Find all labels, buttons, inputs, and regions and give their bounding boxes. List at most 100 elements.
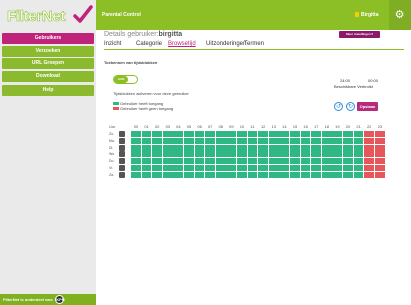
timeblock-cell-allowed[interactable]	[173, 151, 184, 158]
timeblock-cell-denied[interactable]	[374, 171, 385, 178]
timeblock-cell-allowed[interactable]	[131, 144, 141, 151]
hour-17[interactable]: 17	[311, 124, 321, 129]
hour-16[interactable]: 16	[301, 124, 311, 129]
timeblock-cell-allowed[interactable]	[311, 158, 321, 165]
timeblock-cell-allowed[interactable]	[353, 131, 364, 137]
timeblock-cell-allowed[interactable]	[268, 165, 279, 171]
timeblock-cell-allowed[interactable]	[215, 171, 226, 178]
timeblock-cell-allowed[interactable]	[268, 151, 279, 158]
timeblock-cell-allowed[interactable]	[184, 137, 194, 144]
hour-18[interactable]: 18	[322, 124, 332, 129]
timeblock-cell-allowed[interactable]	[258, 151, 268, 158]
timeblock-cell-allowed[interactable]	[194, 137, 205, 144]
timeblock-cell-denied[interactable]	[364, 171, 374, 178]
timeblock-cell-allowed[interactable]	[237, 137, 247, 144]
hour-13[interactable]: 13	[269, 124, 279, 129]
day-toggle-button[interactable]	[119, 171, 125, 178]
timeblock-cell-allowed[interactable]	[152, 151, 162, 158]
timeblock-cell-denied[interactable]	[364, 158, 374, 165]
timeblock-cell-allowed[interactable]	[258, 131, 268, 137]
timeblock-cell-allowed[interactable]	[152, 158, 162, 165]
timeblock-cell-allowed[interactable]	[247, 131, 258, 137]
timeblock-cell-allowed[interactable]	[194, 158, 205, 165]
timeblock-cell-allowed[interactable]	[173, 171, 184, 178]
timeblock-cell-allowed[interactable]	[332, 137, 343, 144]
tab-inzicht[interactable]: Inzicht	[104, 41, 121, 47]
timeblock-cell-denied[interactable]	[374, 131, 385, 137]
timeblock-cell-allowed[interactable]	[321, 131, 332, 137]
timeblock-cell-allowed[interactable]	[332, 131, 343, 137]
hour-14[interactable]: 14	[279, 124, 289, 129]
filternet-logo[interactable]: FilterNet	[5, 5, 93, 29]
timeblock-cell-allowed[interactable]	[258, 137, 268, 144]
timeblock-cell-allowed[interactable]	[162, 158, 173, 165]
sidebar-item-help[interactable]: Help	[2, 85, 94, 96]
day-toggle-button[interactable]	[119, 158, 125, 165]
timeblock-cell-allowed[interactable]	[205, 144, 215, 151]
timeblock-cell-allowed[interactable]	[300, 137, 311, 144]
timeblock-cell-allowed[interactable]	[215, 151, 226, 158]
timeblock-cell-allowed[interactable]	[258, 165, 268, 171]
timeblock-cell-allowed[interactable]	[205, 137, 215, 144]
timeblock-cell-allowed[interactable]	[184, 131, 194, 137]
timeblock-cell-allowed[interactable]	[290, 171, 300, 178]
timeblock-cell-allowed[interactable]	[311, 144, 321, 151]
timeblock-cell-allowed[interactable]	[279, 171, 290, 178]
timeblock-cell-allowed[interactable]	[141, 131, 152, 137]
timeblock-cell-allowed[interactable]	[194, 131, 205, 137]
timeblock-cell-allowed[interactable]	[131, 171, 141, 178]
timeblock-cell-allowed[interactable]	[237, 151, 247, 158]
hour-07[interactable]: 07	[205, 124, 215, 129]
timeblock-cell-allowed[interactable]	[258, 171, 268, 178]
timeblock-cell-allowed[interactable]	[215, 137, 226, 144]
timeblock-cell-allowed[interactable]	[268, 171, 279, 178]
more-settings-button[interactable]: Meer instellingen ▾	[339, 31, 380, 38]
hour-04[interactable]: 04	[173, 124, 183, 129]
timeblock-cell-allowed[interactable]	[226, 131, 237, 137]
timeblock-cell-allowed[interactable]	[279, 131, 290, 137]
timeblock-cell-allowed[interactable]	[311, 137, 321, 144]
timeblock-cell-allowed[interactable]	[300, 131, 311, 137]
timeblock-cell-allowed[interactable]	[184, 144, 194, 151]
timeblock-cell-allowed[interactable]	[162, 137, 173, 144]
timeblock-cell-allowed[interactable]	[131, 131, 141, 137]
hour-19[interactable]: 19	[332, 124, 342, 129]
timeblock-cell-allowed[interactable]	[162, 131, 173, 137]
hour-02[interactable]: 02	[152, 124, 162, 129]
timeblock-cell-allowed[interactable]	[237, 144, 247, 151]
timeblock-cell-allowed[interactable]	[205, 171, 215, 178]
day-toggle-button[interactable]	[119, 144, 125, 151]
day-toggle-button[interactable]	[119, 151, 125, 158]
settings-button[interactable]: ⚙	[389, 0, 411, 30]
undo-icon[interactable]: ↺	[334, 102, 343, 111]
timeblock-cell-allowed[interactable]	[162, 171, 173, 178]
timeblock-cell-allowed[interactable]	[321, 144, 332, 151]
timeblock-cell-allowed[interactable]	[332, 171, 343, 178]
timeblock-cell-allowed[interactable]	[194, 151, 205, 158]
day-toggle-button[interactable]	[119, 131, 125, 137]
timeblock-cell-allowed[interactable]	[290, 137, 300, 144]
timeblock-cell-allowed[interactable]	[152, 144, 162, 151]
timeblock-cell-allowed[interactable]	[162, 151, 173, 158]
timeblock-cell-denied[interactable]	[374, 144, 385, 151]
timeblock-cell-allowed[interactable]	[332, 151, 343, 158]
timeblock-cell-allowed[interactable]	[194, 165, 205, 171]
timeblock-cell-allowed[interactable]	[279, 151, 290, 158]
tab-browsetijd[interactable]: Browsetijd	[168, 41, 196, 47]
timeblock-cell-allowed[interactable]	[279, 137, 290, 144]
timeblock-cell-allowed[interactable]	[279, 144, 290, 151]
redo-icon[interactable]: ↻	[346, 102, 355, 111]
hour-21[interactable]: 21	[354, 124, 364, 129]
hour-23[interactable]: 23	[375, 124, 385, 129]
timeblock-cell-allowed[interactable]	[226, 158, 237, 165]
timeblock-cell-allowed[interactable]	[215, 144, 226, 151]
timeblock-cell-allowed[interactable]	[205, 131, 215, 137]
timeblock-cell-allowed[interactable]	[237, 171, 247, 178]
timeblock-cell-allowed[interactable]	[215, 165, 226, 171]
timeblock-cell-denied[interactable]	[364, 144, 374, 151]
hour-20[interactable]: 20	[343, 124, 353, 129]
timeblock-cell-allowed[interactable]	[258, 144, 268, 151]
timeblock-cell-allowed[interactable]	[194, 144, 205, 151]
timeblock-cell-allowed[interactable]	[162, 144, 173, 151]
timeblock-cell-allowed[interactable]	[237, 165, 247, 171]
